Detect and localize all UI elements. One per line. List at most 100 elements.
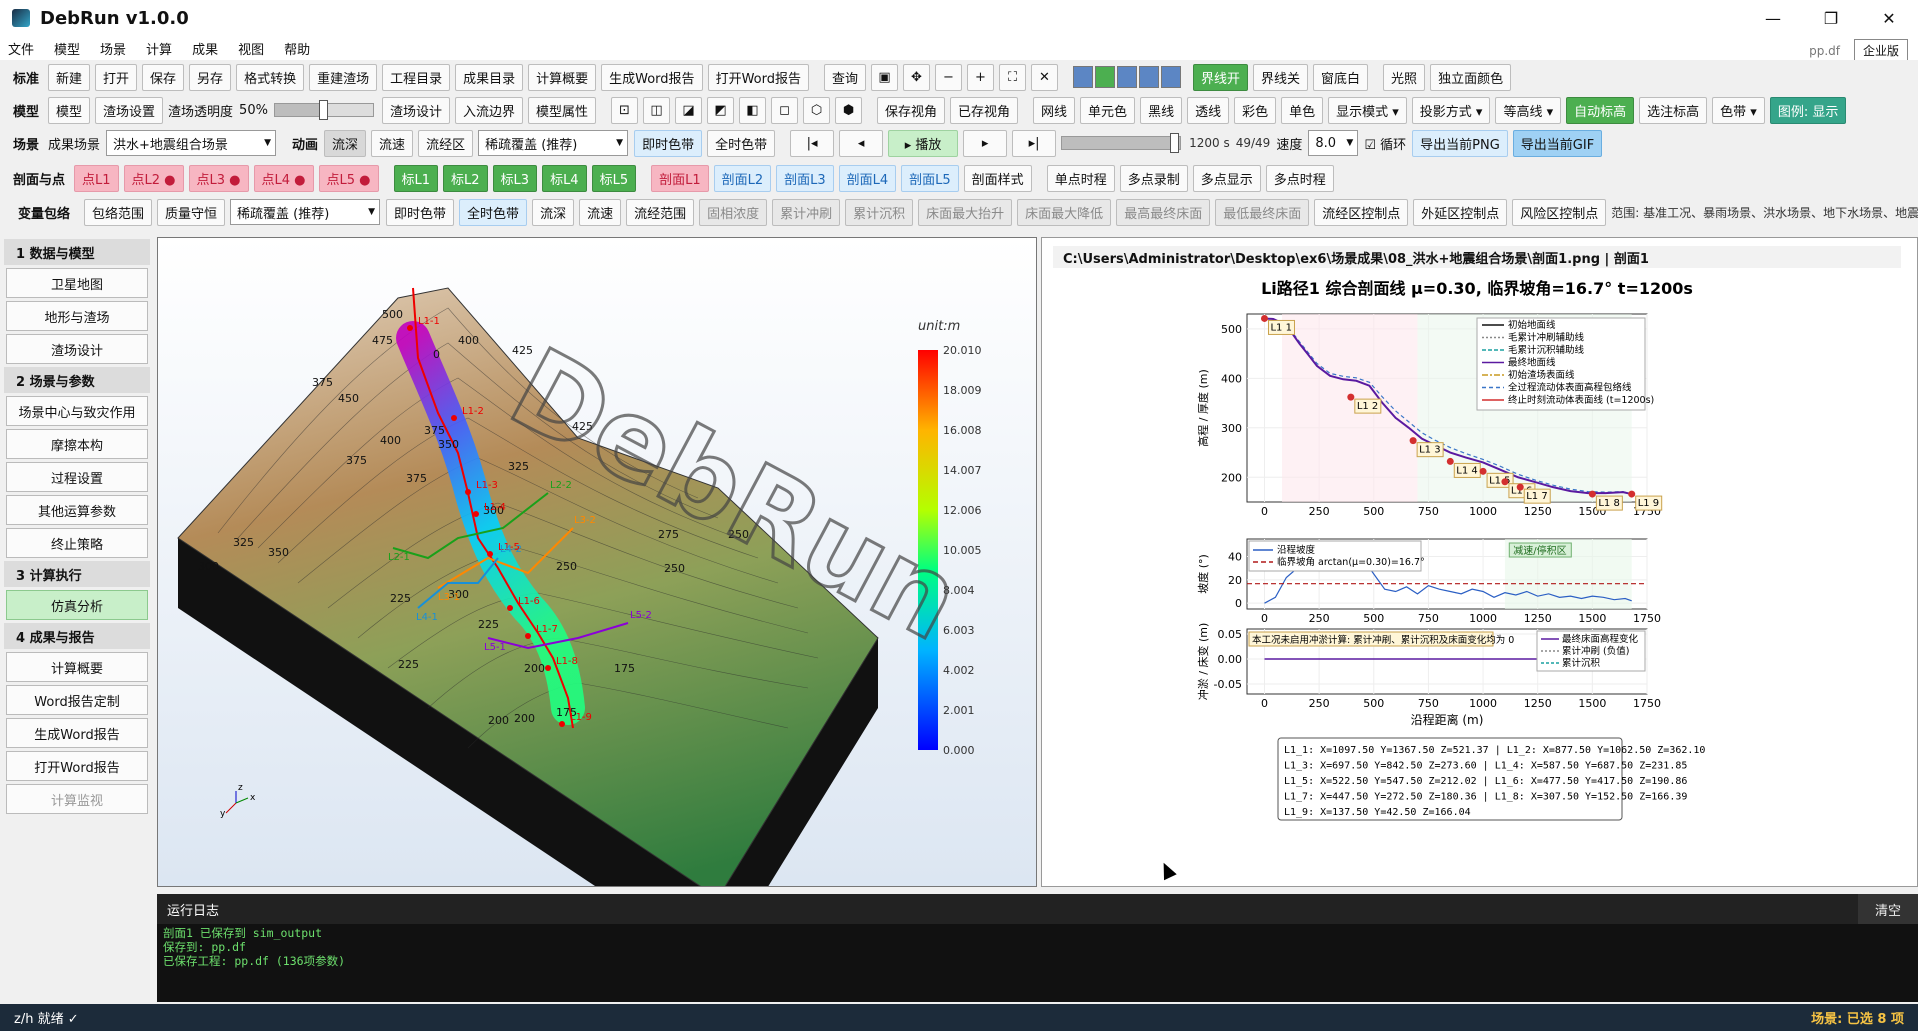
layout-dual-icon[interactable]	[1095, 66, 1115, 88]
gen-word-button[interactable]: 生成Word报告	[601, 63, 703, 91]
var-depth-button[interactable]: 流深	[532, 198, 575, 226]
last-frame-button[interactable]: ▸|	[1012, 129, 1057, 157]
speed-select[interactable]: 8.0 ▼	[1308, 130, 1359, 156]
mark-l3-button[interactable]: 标L3	[492, 164, 538, 192]
sidebar-item-word-custom[interactable]: Word报告定制	[6, 685, 148, 715]
colorband-menu[interactable]: 色带 ▾	[1712, 96, 1765, 124]
var-lowest-bed-button[interactable]: 最低最终床面	[1215, 198, 1310, 226]
color-mode-button[interactable]: 彩色	[1234, 96, 1277, 124]
cell-color-button[interactable]: 单元色	[1080, 96, 1136, 124]
mark-l5-button[interactable]: 标L5	[591, 164, 637, 192]
new-button[interactable]: 新建	[48, 63, 91, 91]
view-iso-icon[interactable]: ⬡	[803, 96, 830, 124]
env-instant-colorband-button[interactable]: 即时色带	[386, 198, 455, 226]
black-lines-button[interactable]: 黑线	[1140, 96, 1183, 124]
menu-file[interactable]: 文件	[8, 39, 34, 58]
sidebar-item-open-word[interactable]: 打开Word报告	[6, 751, 148, 781]
save-button[interactable]: 保存	[142, 63, 185, 91]
overlay-select[interactable]: 稀疏覆盖 (推荐) ▼	[478, 130, 629, 156]
mark-l1-button[interactable]: 标L1	[393, 164, 439, 192]
risk-zone-control-button[interactable]: 风险区控制点	[1512, 198, 1607, 226]
project-dir-button[interactable]: 工程目录	[382, 63, 451, 91]
view-front-icon[interactable]: ◫	[643, 96, 670, 124]
dump-design-button[interactable]: 渣场设计	[381, 96, 450, 124]
first-frame-button[interactable]: |◂	[790, 129, 835, 157]
display-mode-menu[interactable]: 显示模式 ▾	[1328, 96, 1407, 124]
var-deposition-button[interactable]: 累计沉积	[845, 198, 914, 226]
mass-conservation-button[interactable]: 质量守恒	[157, 198, 226, 226]
envelope-overlay-select[interactable]: 稀疏覆盖 (推荐) ▼	[230, 199, 381, 225]
pan-icon[interactable]: ✥	[903, 63, 930, 91]
alltime-colorband-button[interactable]: 全时色带	[707, 129, 776, 157]
mark-l4-button[interactable]: 标L4	[542, 164, 587, 192]
section-point-marker[interactable]	[525, 633, 531, 639]
section-l4-button[interactable]: 剖面L4	[838, 164, 897, 192]
boundary-on-button[interactable]: 界线开	[1193, 63, 1249, 91]
envelope-range-button[interactable]: 包络范围	[84, 198, 153, 226]
tab-flow-velocity[interactable]: 流速	[371, 129, 414, 157]
menu-compute[interactable]: 计算	[146, 39, 172, 58]
var-erosion-button[interactable]: 累计冲刷	[772, 198, 841, 226]
var-velocity-button[interactable]: 流速	[579, 198, 622, 226]
boundary-off-button[interactable]: 界线关	[1253, 63, 1309, 91]
model-button[interactable]: 模型	[48, 96, 91, 124]
close-button[interactable]: ✕	[1860, 0, 1918, 36]
point-l3-button[interactable]: 点L3 ●	[188, 164, 249, 192]
maximize-button[interactable]: ❐	[1802, 0, 1860, 36]
open-word-button[interactable]: 打开Word报告	[707, 63, 809, 91]
menu-model[interactable]: 模型	[54, 39, 80, 58]
opacity-slider[interactable]	[273, 100, 374, 120]
wireframe-button[interactable]: 网线	[1033, 96, 1076, 124]
instant-colorband-button[interactable]: 即时色带	[634, 129, 703, 157]
section-point-marker[interactable]	[451, 415, 457, 421]
play-button[interactable]: ▸ 播放	[888, 129, 959, 157]
view-top-icon[interactable]: ⊡	[611, 96, 638, 124]
format-convert-button[interactable]: 格式转换	[236, 63, 305, 91]
legend-toggle-button[interactable]: 图例: 显示	[1769, 96, 1847, 124]
sidebar-item-scene-center[interactable]: 场景中心与致灾作用	[6, 396, 148, 426]
view-back-icon[interactable]: ◪	[675, 96, 702, 124]
scene-select[interactable]: 洪水+地震组合场景 ▼	[106, 130, 277, 156]
multi-point-record-button[interactable]: 多点录制	[1119, 164, 1188, 192]
menu-view[interactable]: 视图	[238, 39, 264, 58]
layout-grid-icon[interactable]	[1161, 66, 1181, 88]
log-clear-button[interactable]: 清空	[1858, 894, 1918, 924]
auto-elev-button[interactable]: 自动标高	[1566, 96, 1635, 124]
section-point-marker[interactable]	[473, 511, 479, 517]
view-iso2-icon[interactable]: ⬢	[835, 96, 862, 124]
tab-flow-area[interactable]: 流经区	[418, 129, 474, 157]
section-point-marker[interactable]	[545, 665, 551, 671]
query-button[interactable]: 查询	[823, 63, 866, 91]
var-max-rise-button[interactable]: 床面最大抬升	[918, 198, 1013, 226]
view-right-icon[interactable]: ◧	[739, 96, 766, 124]
var-solid-conc-button[interactable]: 固相浓度	[699, 198, 768, 226]
layout-horizontal-icon[interactable]	[1117, 66, 1137, 88]
face-color-button[interactable]: 独立面颜色	[1430, 63, 1512, 91]
var-extent-button[interactable]: 流经范围	[626, 198, 695, 226]
minimize-button[interactable]: —	[1744, 0, 1802, 36]
layout-quad-icon[interactable]	[1139, 66, 1159, 88]
sidebar-item-dump-design[interactable]: 渣场设计	[6, 334, 148, 364]
save-view-button[interactable]: 保存视角	[877, 96, 946, 124]
section-l3-button[interactable]: 剖面L3	[776, 164, 834, 192]
sidebar-item-monitor[interactable]: 计算监视	[6, 784, 148, 814]
sidebar-item-simulate[interactable]: 仿真分析	[6, 590, 148, 620]
var-highest-bed-button[interactable]: 最高最终床面	[1116, 198, 1211, 226]
layout-single-icon[interactable]	[1073, 66, 1093, 88]
projection-menu[interactable]: 投影方式 ▾	[1411, 96, 1491, 124]
extend-zone-control-button[interactable]: 外延区控制点	[1413, 198, 1508, 226]
result-dir-button[interactable]: 成果目录	[455, 63, 524, 91]
sidebar-item-process[interactable]: 过程设置	[6, 462, 148, 492]
export-gif-button[interactable]: 导出当前GIF	[1512, 129, 1603, 157]
view-left-icon[interactable]: ◩	[707, 96, 734, 124]
sidebar-item-gen-word[interactable]: 生成Word报告	[6, 718, 148, 748]
close-view-icon[interactable]: ✕	[1031, 63, 1058, 91]
env-alltime-colorband-button[interactable]: 全时色带	[459, 198, 528, 226]
rebuild-dump-button[interactable]: 重建渣场	[309, 63, 378, 91]
saved-views-button[interactable]: 已存视角	[950, 96, 1019, 124]
section-point-marker[interactable]	[559, 721, 565, 727]
loop-checkbox[interactable]: ☑ 循环	[1364, 134, 1406, 153]
dump-settings-button[interactable]: 渣场设置	[95, 96, 164, 124]
edition-badge[interactable]: 企业版	[1853, 39, 1908, 62]
inflow-boundary-button[interactable]: 入流边界	[454, 96, 523, 124]
